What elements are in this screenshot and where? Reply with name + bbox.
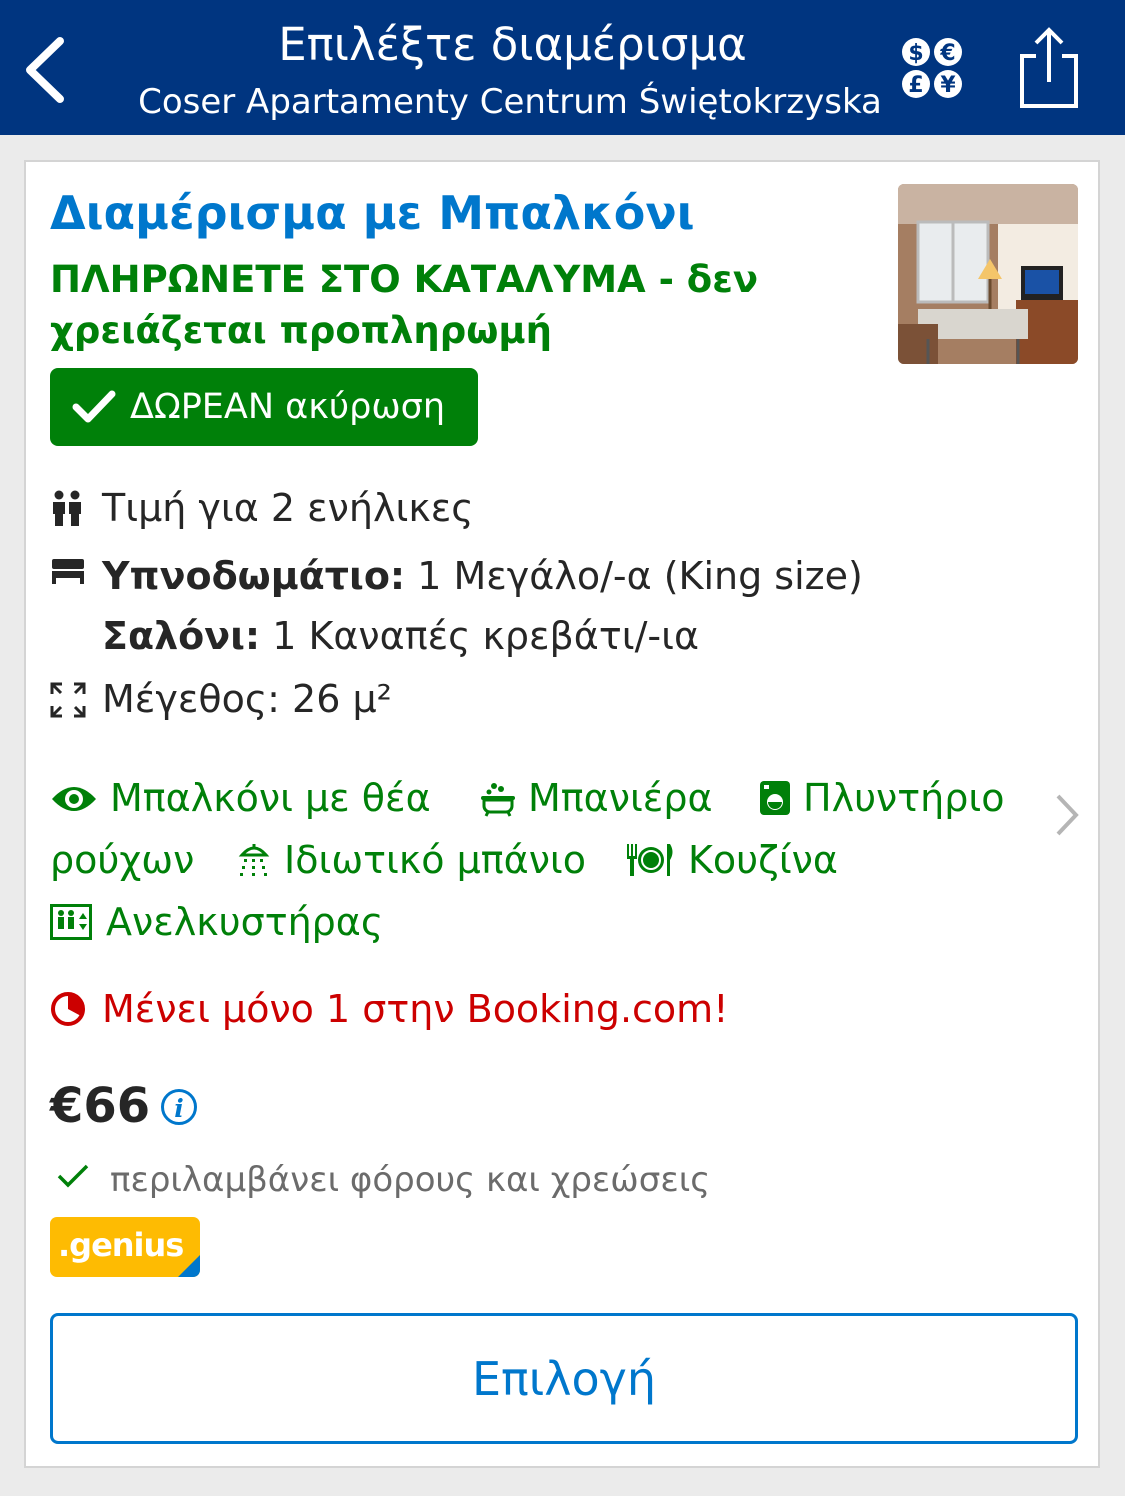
facility-washing-machine-cont: ρούχων <box>50 835 220 885</box>
bed-room-label: Υπνοδωμάτιο: <box>102 554 406 598</box>
bed-icon <box>52 559 84 584</box>
svg-text:€: € <box>939 41 955 66</box>
occupancy-text: Τιμή για 2 ενήλικες <box>102 486 474 530</box>
elevator-icon <box>50 904 92 940</box>
occupancy-line: Τιμή για 2 ενήλικες <box>50 483 650 533</box>
washing-machine-icon <box>760 781 790 815</box>
facility-label: ρούχων <box>50 838 195 882</box>
size-text: Μέγεθος: 26 μ² <box>102 677 392 721</box>
checkmark-icon <box>72 390 116 423</box>
svg-text:i: i <box>174 1094 184 1123</box>
timer-icon <box>51 992 85 1026</box>
facility-label: Μπαλκόνι με θέα <box>110 776 431 820</box>
info-icon: i <box>161 1089 197 1125</box>
facilities-more-button[interactable] <box>1052 792 1082 838</box>
expand-icon <box>50 682 86 718</box>
tax-included-note: περιλαμβάνει φόρους και χρεώσεις <box>110 1160 711 1200</box>
share-icon <box>1020 27 1078 108</box>
free-cancellation-label: ΔΩΡΕΑΝ ακύρωση <box>130 387 445 427</box>
room-price: €66 <box>50 1078 151 1134</box>
facility-label: Ανελκυστήρας <box>106 900 384 944</box>
currency-icon: $ € £ ¥ <box>902 38 962 98</box>
facility-private-bathroom: Ιδιωτικό μπάνιο <box>236 835 596 885</box>
currency-button[interactable]: $ € £ ¥ <box>900 36 966 102</box>
genius-label: .genius <box>58 1226 184 1264</box>
people-icon <box>53 490 81 526</box>
svg-text:£: £ <box>908 73 923 98</box>
facility-label: Μπανιέρα <box>528 776 713 820</box>
plate-cutlery-icon <box>627 844 673 876</box>
share-button[interactable] <box>1016 26 1082 112</box>
top-navigation-bar: Επιλέξτε διαμέρισμα Coser Apartamenty Ce… <box>0 0 1125 135</box>
free-cancellation-badge: ΔΩΡΕΑΝ ακύρωση <box>50 368 478 446</box>
genius-badge: .genius <box>50 1217 200 1277</box>
bed-line-bedroom: Υπνοδωμάτιο: 1 Μεγάλο/-α (King size) <box>50 551 950 601</box>
room-card: Διαμέρισμα με Μπαλκόνι ΠΛΗΡΩΝΕΤΕ ΣΤΟ ΚΑΤ… <box>24 160 1100 1468</box>
shower-icon <box>238 844 270 876</box>
eye-icon <box>52 787 96 811</box>
bed-description: 1 Καναπές κρεβάτι/-ια <box>260 614 700 658</box>
facility-washing-machine: Πλυντήριο <box>759 773 1039 823</box>
back-button[interactable] <box>20 35 80 105</box>
size-line: Μέγεθος: 26 μ² <box>50 674 650 724</box>
svg-text:$: $ <box>908 41 923 66</box>
facility-balcony-view: Μπαλκόνι με θέα <box>50 773 450 823</box>
chevron-right-icon <box>1056 794 1079 836</box>
room-name[interactable]: Διαμέρισμα με Μπαλκόνι <box>50 184 695 242</box>
bed-room-label: Σαλόνι: <box>102 614 261 658</box>
facility-kitchen: Κουζίνα <box>626 835 846 885</box>
svg-text:¥: ¥ <box>940 73 956 98</box>
check-icon <box>57 1164 89 1188</box>
bed-line-living-room: Σαλόνι: 1 Καναπές κρεβάτι/-ια <box>50 611 950 661</box>
chevron-left-icon <box>26 37 64 103</box>
scarcity-message: Μένει μόνο 1 στην Booking.com! <box>50 984 770 1034</box>
bathtub-icon <box>481 783 515 817</box>
facility-label: Πλυντήριο <box>803 776 1005 820</box>
page-title: Επιλέξτε διαμέρισμα <box>278 18 747 71</box>
facility-bathtub: Μπανιέρα <box>480 773 730 823</box>
facility-label: Κουζίνα <box>688 838 838 882</box>
select-button[interactable]: Επιλογή <box>50 1313 1078 1444</box>
facility-elevator: Ανελκυστήρας <box>50 897 410 947</box>
price-info-button[interactable]: i <box>160 1088 198 1126</box>
pay-at-property-note: ΠΛΗΡΩΝΕΤΕ ΣΤΟ ΚΑΤΑΛΥΜΑ - δεν χρειάζεται … <box>50 258 759 352</box>
property-name: Coser Apartamenty Centrum Świętokrzyska <box>138 82 882 122</box>
scarcity-text: Μένει μόνο 1 στην Booking.com! <box>102 987 729 1031</box>
bed-description: 1 Μεγάλο/-α (King size) <box>405 554 863 598</box>
facility-label: Ιδιωτικό μπάνιο <box>284 838 587 882</box>
room-photo[interactable] <box>898 184 1078 364</box>
